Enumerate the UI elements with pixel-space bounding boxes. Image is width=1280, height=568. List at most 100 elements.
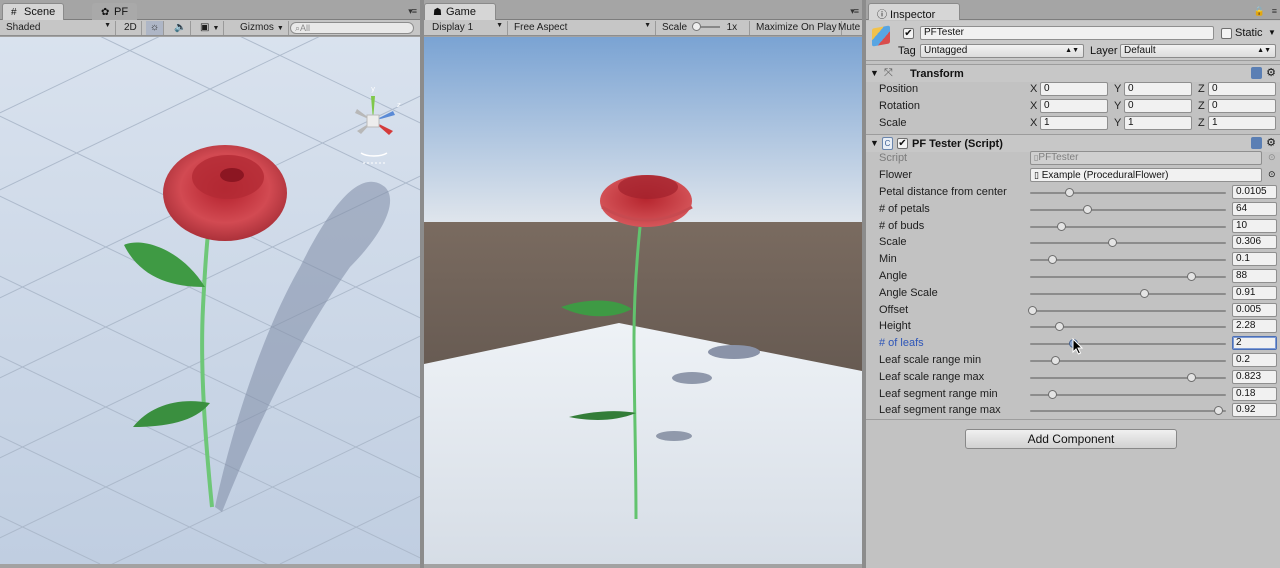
lock-icon[interactable]: 🔒	[1254, 6, 1265, 17]
slider-thumb[interactable]	[1048, 389, 1057, 399]
slider-value-field[interactable]: 0.306	[1232, 235, 1277, 250]
slider-track[interactable]	[1030, 389, 1226, 399]
slider-track[interactable]	[1030, 255, 1226, 265]
slider-track[interactable]	[1030, 272, 1226, 281]
rotation-x-field[interactable]: 0	[1040, 99, 1108, 113]
slider-track[interactable]	[1030, 188, 1226, 197]
gameobject-name-field[interactable]: PFTester	[920, 26, 1214, 40]
script-label: Script	[879, 152, 908, 164]
component-settings-icon[interactable]: ⚙	[1266, 136, 1276, 149]
transform-row-scale: Scale X 1 Y 1 Z 1	[866, 115, 1280, 132]
panel-menu-icon[interactable]: ▾≡	[408, 6, 417, 17]
slider-value-field[interactable]: 88	[1232, 269, 1277, 283]
tab-game[interactable]: ☗ Game	[424, 3, 496, 20]
slider-thumb[interactable]	[1214, 406, 1223, 416]
slider-track[interactable]	[1030, 356, 1226, 365]
slider-track[interactable]	[1030, 204, 1226, 214]
foldout-arrow-icon[interactable]: ▼	[870, 138, 879, 148]
transform-row-label: Position	[879, 83, 919, 95]
slider-track[interactable]	[1030, 221, 1226, 231]
slider-thumb[interactable]	[1083, 204, 1092, 214]
slider-thumb[interactable]	[1055, 322, 1064, 332]
game-toolbar: Display 1 ▼ Free Aspect ▼ Scale 1x Maximiz…	[424, 20, 862, 36]
slider-value-field[interactable]: 0.0105	[1232, 185, 1277, 199]
effects-dropdown-icon[interactable]: ▣ ▼	[196, 21, 225, 35]
slider-label: Scale	[879, 236, 907, 249]
slider-value-field[interactable]: 64	[1232, 201, 1277, 216]
maximize-on-play-toggle[interactable]: Maximize On Play	[752, 21, 842, 35]
rotation-y-field[interactable]: 0	[1124, 99, 1192, 113]
slider-track[interactable]	[1030, 238, 1226, 248]
component-settings-icon[interactable]: ⚙	[1266, 66, 1276, 79]
position-z-field[interactable]: 0	[1208, 82, 1276, 96]
tag-dropdown[interactable]: Untagged ▲▼	[920, 44, 1084, 58]
inspector-panel-menu-icon[interactable]: ≡	[1272, 6, 1277, 16]
slider-track[interactable]	[1030, 372, 1226, 382]
slider-thumb[interactable]	[1051, 356, 1060, 365]
slider-thumb[interactable]	[1065, 188, 1074, 197]
help-book-icon[interactable]	[1251, 137, 1262, 149]
object-picker-icon[interactable]: ⊙	[1268, 152, 1276, 163]
object-picker-icon[interactable]: ⊙	[1268, 169, 1276, 180]
slider-row-height: Height 2.28	[0, 318, 1280, 335]
slider-thumb[interactable]	[1187, 272, 1196, 281]
transform-component-header[interactable]: ▼ ⤧ Transform ⚙	[866, 64, 1280, 82]
slider-value-field[interactable]: 0.1	[1232, 252, 1277, 267]
slider-row-leaf-segment-range-min: Leaf segment range min 0.18	[0, 386, 1280, 403]
slider-track[interactable]	[1030, 322, 1226, 332]
tab-pf[interactable]: ✿ PF	[92, 3, 138, 20]
slider-thumb[interactable]	[1048, 255, 1057, 265]
layer-dropdown[interactable]: Default ▲▼	[1120, 44, 1276, 58]
audio-toggle-icon[interactable]: 🔈	[170, 21, 192, 35]
lighting-toggle-icon[interactable]: ☼	[146, 21, 165, 35]
tab-scene[interactable]: # Scene	[2, 3, 65, 20]
scene-search-input[interactable]: ⌕All	[290, 22, 414, 34]
slider-row-num-of-leafs: # of leafs 2	[0, 335, 1280, 352]
transform-row-position: Position X 0 Y 0 Z 0	[866, 81, 1280, 98]
slider-value-field[interactable]: 2.28	[1232, 319, 1277, 334]
shading-mode-dropdown[interactable]: Shaded ▼	[2, 21, 116, 35]
static-dropdown-icon[interactable]: ▼	[1268, 28, 1276, 37]
slider-track[interactable]	[1030, 288, 1226, 298]
scale-z-field[interactable]: 1	[1208, 116, 1276, 130]
axis-y-label: Y	[1114, 83, 1122, 95]
static-checkbox[interactable]	[1221, 28, 1232, 39]
slider-value-field[interactable]: 2	[1232, 336, 1277, 351]
2d-toggle-button[interactable]: 2D	[120, 21, 142, 35]
pftester-enabled-checkbox[interactable]: ✔	[897, 138, 908, 149]
slider-track[interactable]	[1028, 305, 1226, 315]
rotation-z-field[interactable]: 0	[1208, 99, 1276, 113]
slider-thumb[interactable]	[1187, 372, 1196, 382]
foldout-arrow-icon[interactable]: ▼	[870, 68, 879, 78]
tab-inspector[interactable]: ⓘ Inspector	[868, 3, 960, 21]
scale-slider-thumb[interactable]	[691, 22, 701, 32]
aspect-dropdown[interactable]: Free Aspect ▼	[510, 21, 656, 35]
slider-value-field[interactable]: 0.92	[1232, 403, 1277, 418]
mute-audio-toggle[interactable]: Mute	[834, 21, 864, 35]
scale-slider[interactable]	[691, 22, 720, 32]
help-book-icon[interactable]	[1251, 67, 1262, 79]
gameobject-active-checkbox[interactable]: ✔	[903, 28, 914, 39]
slider-value-field[interactable]: 0.2	[1232, 353, 1277, 367]
scale-x-field[interactable]: 1	[1040, 116, 1108, 130]
slider-thumb[interactable]	[1057, 221, 1066, 231]
gizmos-dropdown[interactable]: Gizmos ▼	[236, 21, 289, 35]
slider-track[interactable]	[1030, 406, 1226, 416]
flower-object-field[interactable]: ▯ Example (ProceduralFlower)	[1030, 168, 1262, 182]
slider-thumb[interactable]	[1140, 288, 1149, 298]
slider-value-field[interactable]: 0.91	[1232, 285, 1277, 300]
slider-value-field[interactable]: 0.18	[1232, 386, 1277, 401]
slider-value-field[interactable]: 0.823	[1232, 369, 1277, 384]
game-panel-menu-icon[interactable]: ▾≡	[850, 6, 859, 17]
scale-control[interactable]: Scale 1x	[658, 21, 750, 35]
add-component-button[interactable]: Add Component	[965, 429, 1177, 449]
slider-value-field[interactable]: 0.005	[1232, 302, 1277, 317]
display-dropdown[interactable]: Display 1 ▼	[428, 21, 508, 35]
scale-y-field[interactable]: 1	[1124, 116, 1192, 130]
position-y-field[interactable]: 0	[1124, 82, 1192, 96]
slider-value-field[interactable]: 10	[1232, 218, 1277, 233]
position-x-field[interactable]: 0	[1040, 82, 1108, 96]
slider-track[interactable]	[1030, 339, 1226, 349]
slider-thumb[interactable]	[1028, 305, 1037, 315]
slider-thumb[interactable]	[1108, 238, 1117, 248]
